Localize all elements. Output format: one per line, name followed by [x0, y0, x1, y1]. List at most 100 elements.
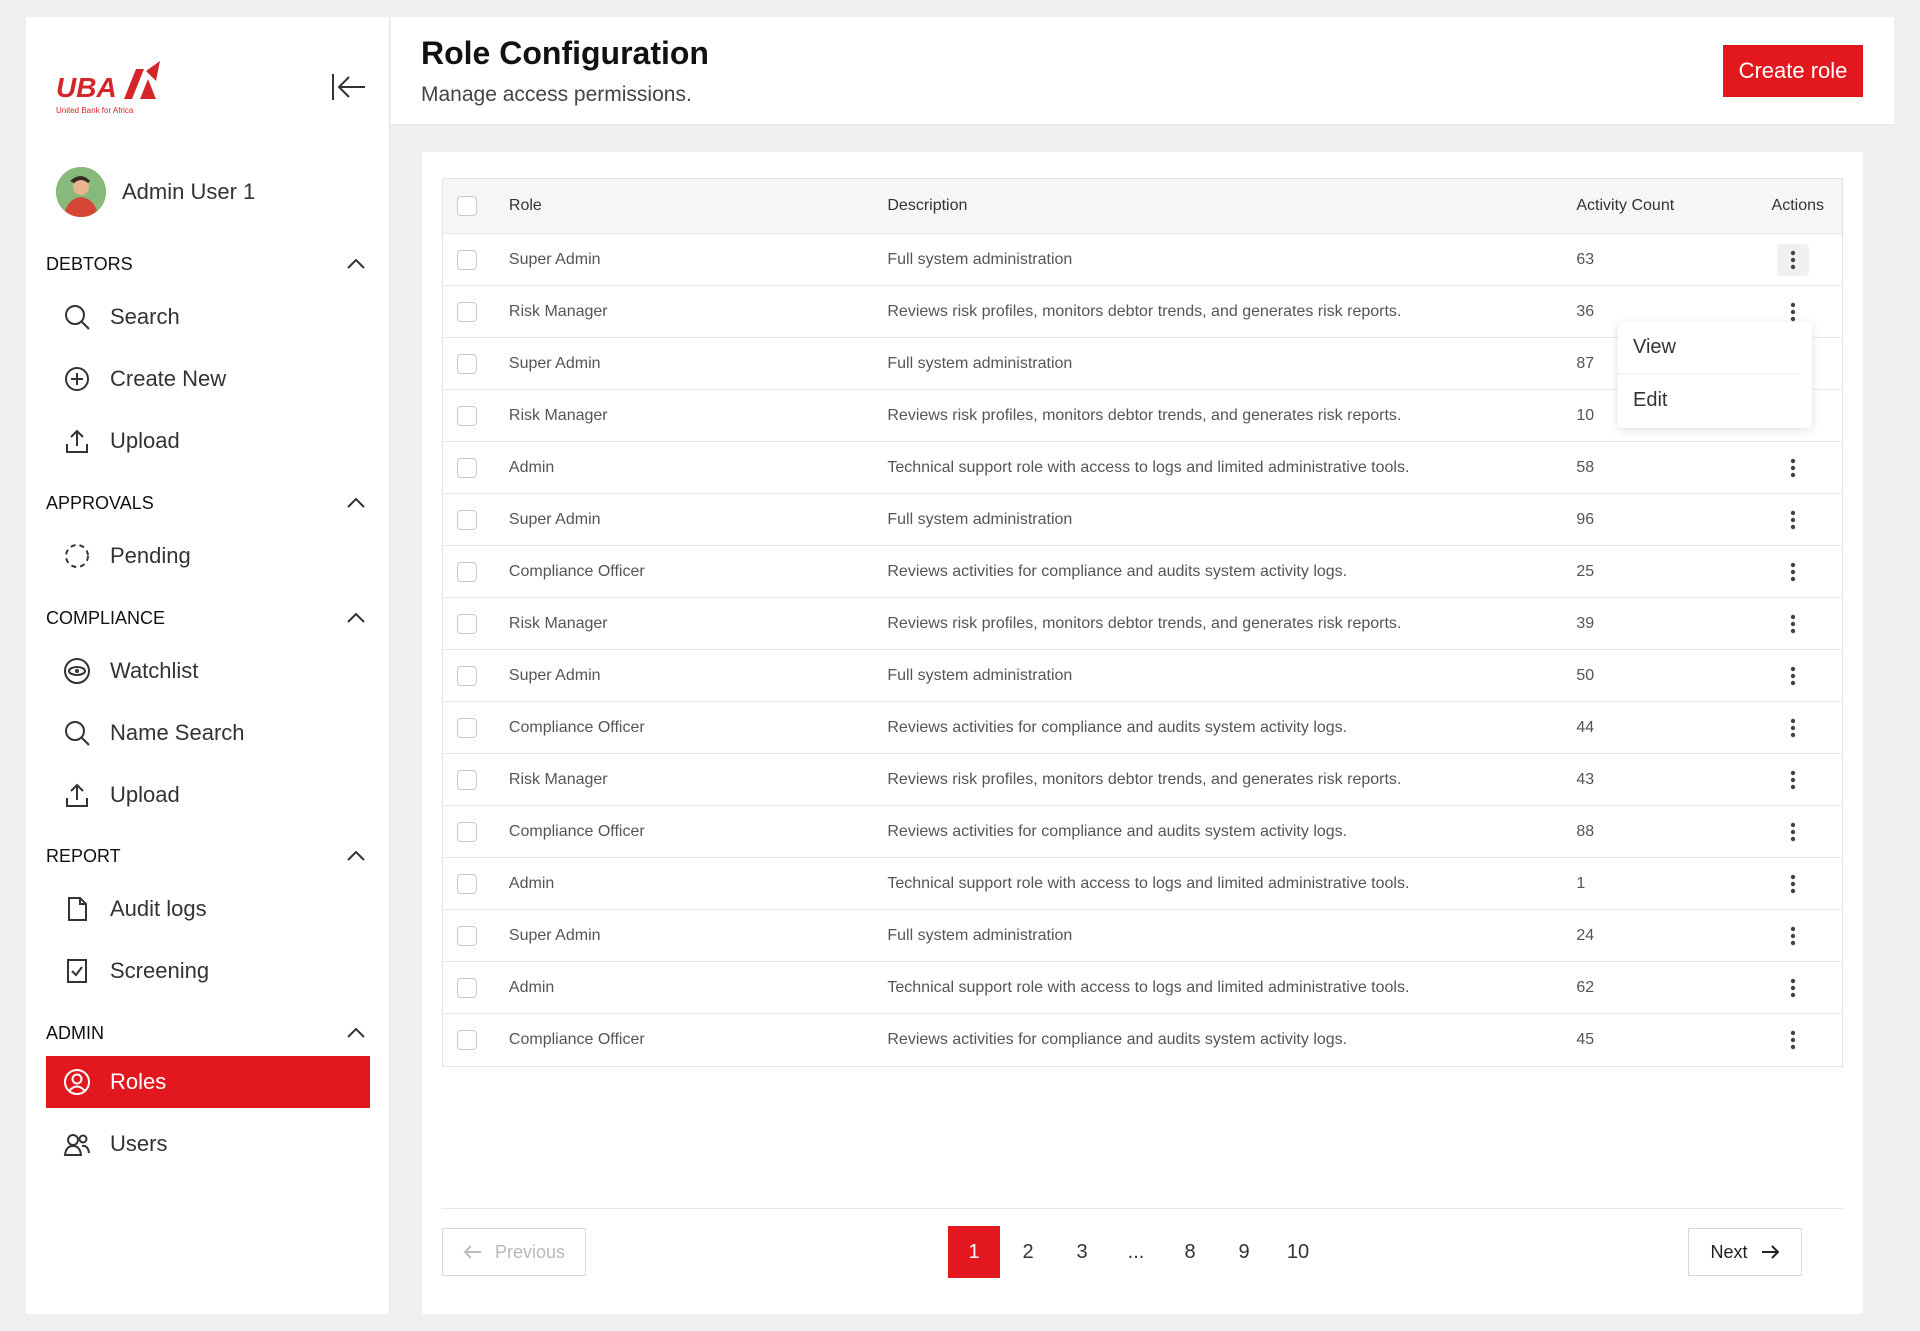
- create-role-button[interactable]: Create role: [1723, 45, 1863, 97]
- sidebar-item-roles[interactable]: Roles: [46, 1056, 370, 1108]
- table-row[interactable]: Admin Technical support role with access …: [443, 858, 1842, 910]
- arrow-right-icon: [1761, 1245, 1779, 1259]
- row-actions-button[interactable]: [1777, 243, 1810, 276]
- next-page-button[interactable]: Next: [1688, 1228, 1802, 1276]
- row-checkbox[interactable]: [457, 665, 477, 686]
- table-row[interactable]: Compliance Officer Reviews activities for…: [443, 702, 1842, 754]
- table-row[interactable]: Super Admin Full system administration 63: [443, 234, 1842, 286]
- collapse-sidebar-button[interactable]: [326, 64, 372, 110]
- menu-item-view[interactable]: View: [1618, 322, 1800, 374]
- row-checkbox[interactable]: [457, 457, 477, 478]
- table-row[interactable]: Risk Manager Reviews risk profiles, monit…: [443, 754, 1842, 806]
- row-actions-button[interactable]: [1777, 556, 1809, 588]
- page-button-10[interactable]: 10: [1272, 1226, 1324, 1278]
- row-checkbox[interactable]: [457, 405, 477, 426]
- table-row[interactable]: Risk Manager Reviews risk profiles, monit…: [443, 598, 1842, 650]
- sidebar-item-upload[interactable]: Upload: [46, 415, 370, 467]
- sidebar-item-pending[interactable]: Pending: [46, 530, 370, 582]
- collapse-left-icon: [332, 74, 365, 100]
- row-checkbox[interactable]: [457, 821, 477, 842]
- row-actions-button[interactable]: [1777, 608, 1809, 640]
- description-cell: Technical support role with access to lo…: [887, 978, 1410, 996]
- sidebar-item-label: Screening: [110, 958, 210, 983]
- table-row[interactable]: Super Admin Full system administration 24: [443, 910, 1842, 962]
- table-row[interactable]: Admin Technical support role with access …: [443, 442, 1842, 494]
- row-checkbox[interactable]: [457, 509, 477, 530]
- sidebar-item-create-new[interactable]: Create New: [46, 353, 370, 405]
- column-header-activity-count[interactable]: Activity Count: [1576, 197, 1744, 215]
- sidebar-item-compliance-upload[interactable]: Upload: [46, 769, 370, 821]
- page-button-3[interactable]: 3: [1056, 1226, 1108, 1278]
- sidebar-item-label: Name Search: [110, 720, 245, 745]
- row-actions-button[interactable]: [1777, 764, 1809, 796]
- previous-page-button[interactable]: Previous: [442, 1228, 586, 1276]
- sidebar-item-label: Audit logs: [110, 896, 207, 921]
- more-vertical-icon: [1790, 614, 1796, 633]
- page-button-2[interactable]: 2: [1002, 1226, 1054, 1278]
- row-checkbox[interactable]: [457, 561, 477, 582]
- activity-count-cell: 50: [1576, 666, 1595, 684]
- row-actions-button[interactable]: [1777, 972, 1809, 1004]
- section-header-admin[interactable]: ADMIN: [46, 1016, 370, 1050]
- user-profile[interactable]: Admin User 1: [56, 167, 255, 217]
- row-checkbox[interactable]: [457, 353, 477, 374]
- table-row[interactable]: Admin Technical support role with access …: [443, 962, 1842, 1014]
- section-header-report[interactable]: REPORT: [46, 839, 370, 873]
- description-cell: Full system administration: [887, 666, 1073, 684]
- column-header-role[interactable]: Role: [509, 197, 887, 215]
- activity-count-cell: 63: [1576, 250, 1595, 268]
- row-actions-button[interactable]: [1777, 504, 1809, 536]
- select-all-checkbox[interactable]: [457, 196, 477, 216]
- page-button-9[interactable]: 9: [1218, 1226, 1270, 1278]
- user-circle-icon: [62, 1067, 92, 1097]
- row-checkbox[interactable]: [457, 613, 477, 634]
- column-header-actions: Actions: [1771, 197, 1824, 214]
- row-actions-button[interactable]: [1777, 1024, 1809, 1056]
- row-checkbox[interactable]: [457, 249, 477, 270]
- sidebar-item-search[interactable]: Search: [46, 291, 370, 343]
- row-actions-button[interactable]: [1777, 868, 1809, 900]
- row-checkbox[interactable]: [457, 1030, 477, 1050]
- role-cell: Compliance Officer: [508, 822, 645, 840]
- row-actions-button[interactable]: [1777, 712, 1809, 744]
- svg-text:UBA: UBA: [56, 72, 117, 103]
- page-button-8[interactable]: 8: [1164, 1226, 1216, 1278]
- row-actions-button[interactable]: [1777, 452, 1809, 484]
- table-row[interactable]: Super Admin Full system administration 50: [443, 650, 1842, 702]
- row-actions-button[interactable]: [1777, 816, 1809, 848]
- table-row[interactable]: Compliance Officer Reviews activities for…: [443, 806, 1842, 858]
- page-button-1[interactable]: 1: [948, 1226, 1000, 1278]
- section-header-compliance[interactable]: COMPLIANCE: [46, 601, 370, 635]
- table-row[interactable]: Compliance Officer Reviews activities for…: [443, 546, 1842, 598]
- more-vertical-icon: [1790, 1030, 1796, 1050]
- sidebar-item-name-search[interactable]: Name Search: [46, 707, 370, 759]
- table-row[interactable]: Super Admin Full system administration 96: [443, 494, 1842, 546]
- file-icon: [62, 894, 92, 924]
- sidebar-item-label: Create New: [110, 366, 227, 391]
- row-actions-button[interactable]: [1777, 660, 1809, 692]
- row-actions-button[interactable]: [1777, 920, 1809, 952]
- section-header-debtors[interactable]: DEBTORS: [46, 247, 370, 281]
- activity-count-cell: 1: [1576, 874, 1586, 892]
- table-row[interactable]: Compliance Officer Reviews activities for…: [443, 1014, 1842, 1066]
- row-checkbox[interactable]: [457, 769, 477, 790]
- row-checkbox[interactable]: [457, 717, 477, 738]
- column-header-description[interactable]: Description: [887, 197, 1576, 215]
- page-ellipsis: ...: [1127, 1240, 1145, 1263]
- sidebar-item-users[interactable]: Users: [46, 1118, 370, 1170]
- menu-item-edit[interactable]: Edit: [1618, 374, 1812, 426]
- description-cell: Full system administration: [887, 354, 1073, 372]
- sidebar-item-screening[interactable]: Screening: [46, 945, 370, 997]
- search-icon: [62, 718, 92, 748]
- description-cell: Reviews activities for compliance and au…: [887, 562, 1348, 580]
- row-checkbox[interactable]: [457, 977, 477, 998]
- row-checkbox[interactable]: [457, 925, 477, 946]
- row-checkbox[interactable]: [457, 873, 477, 894]
- more-vertical-icon: [1790, 926, 1796, 945]
- section-header-approvals[interactable]: APPROVALS: [46, 486, 370, 520]
- sidebar-item-watchlist[interactable]: Watchlist: [46, 645, 370, 697]
- sidebar-item-audit-logs[interactable]: Audit logs: [46, 883, 370, 935]
- activity-count-cell: 39: [1576, 614, 1595, 632]
- activity-count-cell: 96: [1576, 510, 1595, 528]
- row-checkbox[interactable]: [457, 301, 477, 322]
